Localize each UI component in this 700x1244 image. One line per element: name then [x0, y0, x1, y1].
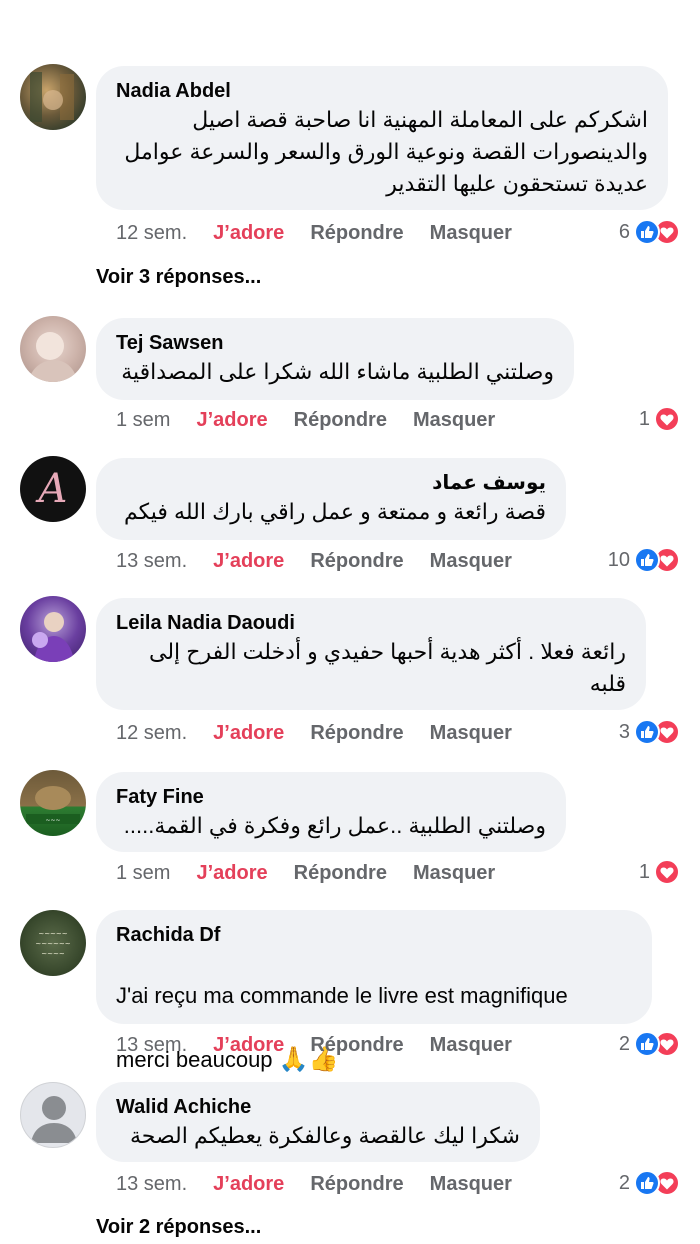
reaction-summary[interactable]: 1 — [639, 857, 680, 887]
comment-time[interactable]: 12 sem. — [116, 222, 187, 245]
comment-actions: 1 sem J’adore Répondre Masquer — [116, 405, 495, 435]
reaction-summary[interactable]: 1 — [639, 404, 680, 434]
hide-button[interactable]: Masquer — [413, 409, 495, 432]
reply-button[interactable]: Répondre — [310, 722, 403, 745]
comment-time[interactable]: 1 sem — [116, 409, 170, 432]
like-button[interactable]: J’adore — [213, 222, 284, 245]
comment-author[interactable]: Walid Achiche — [116, 1094, 520, 1120]
reaction-count: 10 — [607, 548, 630, 571]
hide-button[interactable]: Masquer — [430, 722, 512, 745]
comment-time[interactable]: 12 sem. — [116, 722, 187, 745]
avatar[interactable] — [20, 1082, 86, 1148]
comment-bubble: Leila Nadia Daoudi رائعة فعلا . أكثر هدي… — [96, 598, 646, 710]
hide-button[interactable]: Masquer — [430, 550, 512, 573]
comment-time[interactable]: 13 sem. — [116, 1173, 187, 1196]
comment-bubble: Nadia Abdel اشكركم على المعاملة المهنية … — [96, 66, 668, 210]
avatar[interactable] — [20, 596, 86, 662]
comment-time[interactable]: 13 sem. — [116, 1034, 187, 1057]
comment-actions: 13 sem. J’adore Répondre Masquer — [116, 1169, 512, 1199]
comment-text: وصلتني الطلبية ماشاء الله شكرا على المصد… — [121, 359, 554, 384]
comment-bubble: Walid Achiche شكرا ليك عالقصة وعالفكرة ي… — [96, 1082, 540, 1162]
avatar[interactable] — [20, 64, 86, 130]
view-replies-link[interactable]: Voir 3 réponses... — [96, 266, 261, 289]
like-icon — [634, 219, 660, 245]
hide-button[interactable]: Masquer — [430, 1173, 512, 1196]
reply-button[interactable]: Répondre — [310, 1034, 403, 1057]
reaction-count: 1 — [638, 860, 650, 883]
hide-button[interactable]: Masquer — [430, 222, 512, 245]
like-button[interactable]: J’adore — [213, 1034, 284, 1057]
comment-time[interactable]: 13 sem. — [116, 550, 187, 573]
comment-author[interactable]: Leila Nadia Daoudi — [116, 610, 626, 636]
like-button[interactable]: J’adore — [196, 409, 267, 432]
like-icon — [634, 1031, 660, 1057]
comment-author[interactable]: Faty Fine — [116, 784, 546, 810]
reply-button[interactable]: Répondre — [310, 550, 403, 573]
like-icon — [634, 719, 660, 745]
comment-author[interactable]: Rachida Df — [116, 922, 632, 948]
like-button[interactable]: J’adore — [196, 862, 267, 885]
reply-button[interactable]: Répondre — [310, 222, 403, 245]
like-button[interactable]: J’adore — [213, 722, 284, 745]
default-user-icon — [31, 1096, 77, 1143]
comment-text-line: J'ai reçu ma commande le livre est magni… — [116, 983, 568, 1008]
love-icon — [654, 406, 680, 432]
comment-text: وصلتني الطلبية ..عمل رائع وفكرة في القمة… — [123, 813, 546, 838]
comment-author[interactable]: Nadia Abdel — [116, 78, 648, 104]
svg-text:~~~: ~~~ — [45, 817, 60, 824]
reaction-count: 1 — [638, 407, 650, 430]
reaction-count: 2 — [618, 1171, 630, 1194]
comment-text: اشكركم على المعاملة المهنية انا صاحبة قص… — [124, 107, 648, 196]
comment-text: قصة رائعة و ممتعة و عمل راقي بارك الله ف… — [124, 499, 546, 524]
comment-actions: 1 sem J’adore Répondre Masquer — [116, 858, 495, 888]
like-button[interactable]: J’adore — [213, 550, 284, 573]
svg-text:~~~~: ~~~~ — [41, 950, 65, 958]
comment-author[interactable]: Tej Sawsen — [116, 330, 554, 356]
comment-bubble: يوسف عماد قصة رائعة و ممتعة و عمل راقي ب… — [96, 458, 566, 540]
comment-text: رائعة فعلا . أكثر هدية أحبها حفيدي و أدخ… — [149, 639, 626, 696]
reaction-count: 3 — [618, 720, 630, 743]
reaction-count: 6 — [618, 220, 630, 243]
comment-time[interactable]: 1 sem — [116, 862, 170, 885]
avatar[interactable]: ~~~ — [20, 770, 86, 836]
reaction-count: 2 — [618, 1032, 630, 1055]
comment-bubble: Faty Fine وصلتني الطلبية ..عمل رائع وفكر… — [96, 772, 566, 852]
reaction-summary[interactable]: 10 — [608, 545, 680, 575]
svg-text:~~~~~: ~~~~~ — [38, 930, 67, 938]
svg-text:A: A — [35, 466, 68, 512]
hide-button[interactable]: Masquer — [413, 862, 495, 885]
hide-button[interactable]: Masquer — [430, 1034, 512, 1057]
comment-actions: 12 sem. J’adore Répondre Masquer — [116, 218, 512, 248]
comment-bubble: Rachida Df J'ai reçu ma commande le livr… — [96, 910, 652, 1073]
avatar[interactable]: A — [20, 456, 86, 522]
comment-text: شكرا ليك عالقصة وعالفكرة يعطيكم الصحة — [129, 1123, 520, 1148]
reply-button[interactable]: Répondre — [294, 862, 387, 885]
reply-button[interactable]: Répondre — [294, 409, 387, 432]
view-replies-link[interactable]: Voir 2 réponses... — [96, 1216, 261, 1239]
reaction-summary[interactable]: 3 — [619, 717, 680, 747]
avatar[interactable] — [20, 316, 86, 382]
like-button[interactable]: J’adore — [213, 1173, 284, 1196]
reply-button[interactable]: Répondre — [310, 1173, 403, 1196]
reaction-summary[interactable]: 2 — [619, 1168, 680, 1198]
comment-actions: 12 sem. J’adore Répondre Masquer — [116, 718, 512, 748]
comment-actions: 13 sem. J’adore Répondre Masquer — [116, 1030, 512, 1060]
like-icon — [634, 1170, 660, 1196]
comment-bubble: Tej Sawsen وصلتني الطلبية ماشاء الله شكر… — [96, 318, 574, 400]
like-icon — [634, 547, 660, 573]
svg-text:~~~~~~: ~~~~~~ — [35, 940, 70, 948]
reaction-summary[interactable]: 2 — [619, 1029, 680, 1059]
love-icon — [654, 859, 680, 885]
comment-author[interactable]: يوسف عماد — [116, 470, 546, 496]
reaction-summary[interactable]: 6 — [619, 217, 680, 247]
avatar[interactable]: ~~~~~ ~~~~~~ ~~~~ — [20, 910, 86, 976]
comment-actions: 13 sem. J’adore Répondre Masquer — [116, 546, 512, 576]
